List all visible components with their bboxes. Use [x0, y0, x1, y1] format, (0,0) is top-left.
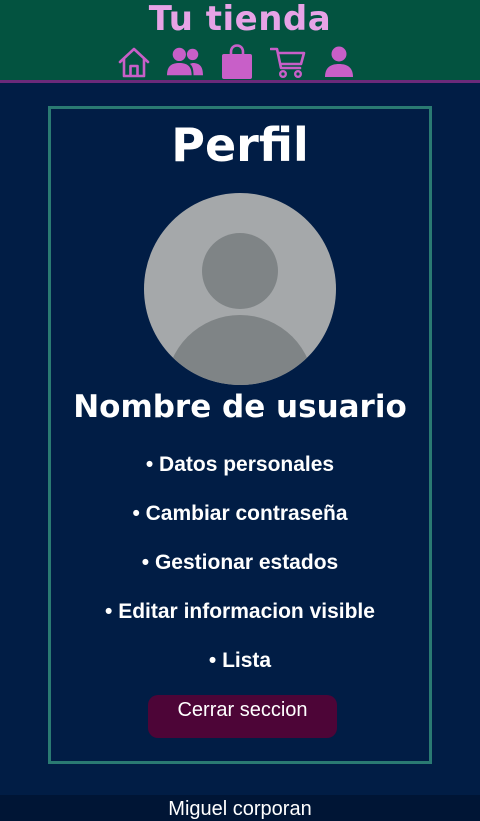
menu-item-datos-personales[interactable]: • Datos personales: [51, 447, 429, 496]
avatar-body: [166, 315, 314, 385]
profile-panel: Perfil Nombre de usuario • Datos persona…: [48, 106, 432, 764]
menu-item-cambiar-contrasena[interactable]: • Cambiar contraseña: [51, 496, 429, 545]
avatar: [144, 193, 336, 385]
main-nav: [0, 44, 480, 80]
username: Nombre de usuario: [73, 389, 407, 425]
app-header: Tu tienda: [0, 0, 480, 83]
user-icon[interactable]: [321, 44, 357, 80]
users-icon[interactable]: [167, 44, 203, 80]
shopping-bag-icon[interactable]: [219, 44, 255, 80]
menu-item-lista[interactable]: • Lista: [51, 643, 429, 692]
logout-button[interactable]: Cerrar seccion: [148, 695, 337, 738]
home-icon[interactable]: [116, 44, 152, 80]
brand-title[interactable]: Tu tienda: [0, 0, 480, 40]
menu-item-gestionar-estados[interactable]: • Gestionar estados: [51, 545, 429, 594]
cart-icon[interactable]: [270, 44, 306, 80]
profile-menu: • Datos personales • Cambiar contraseña …: [51, 447, 429, 692]
footer-author: Miguel corporan: [0, 795, 480, 821]
avatar-head: [202, 233, 278, 309]
page-title: Perfil: [171, 118, 309, 172]
menu-item-editar-informacion[interactable]: • Editar informacion visible: [51, 594, 429, 643]
